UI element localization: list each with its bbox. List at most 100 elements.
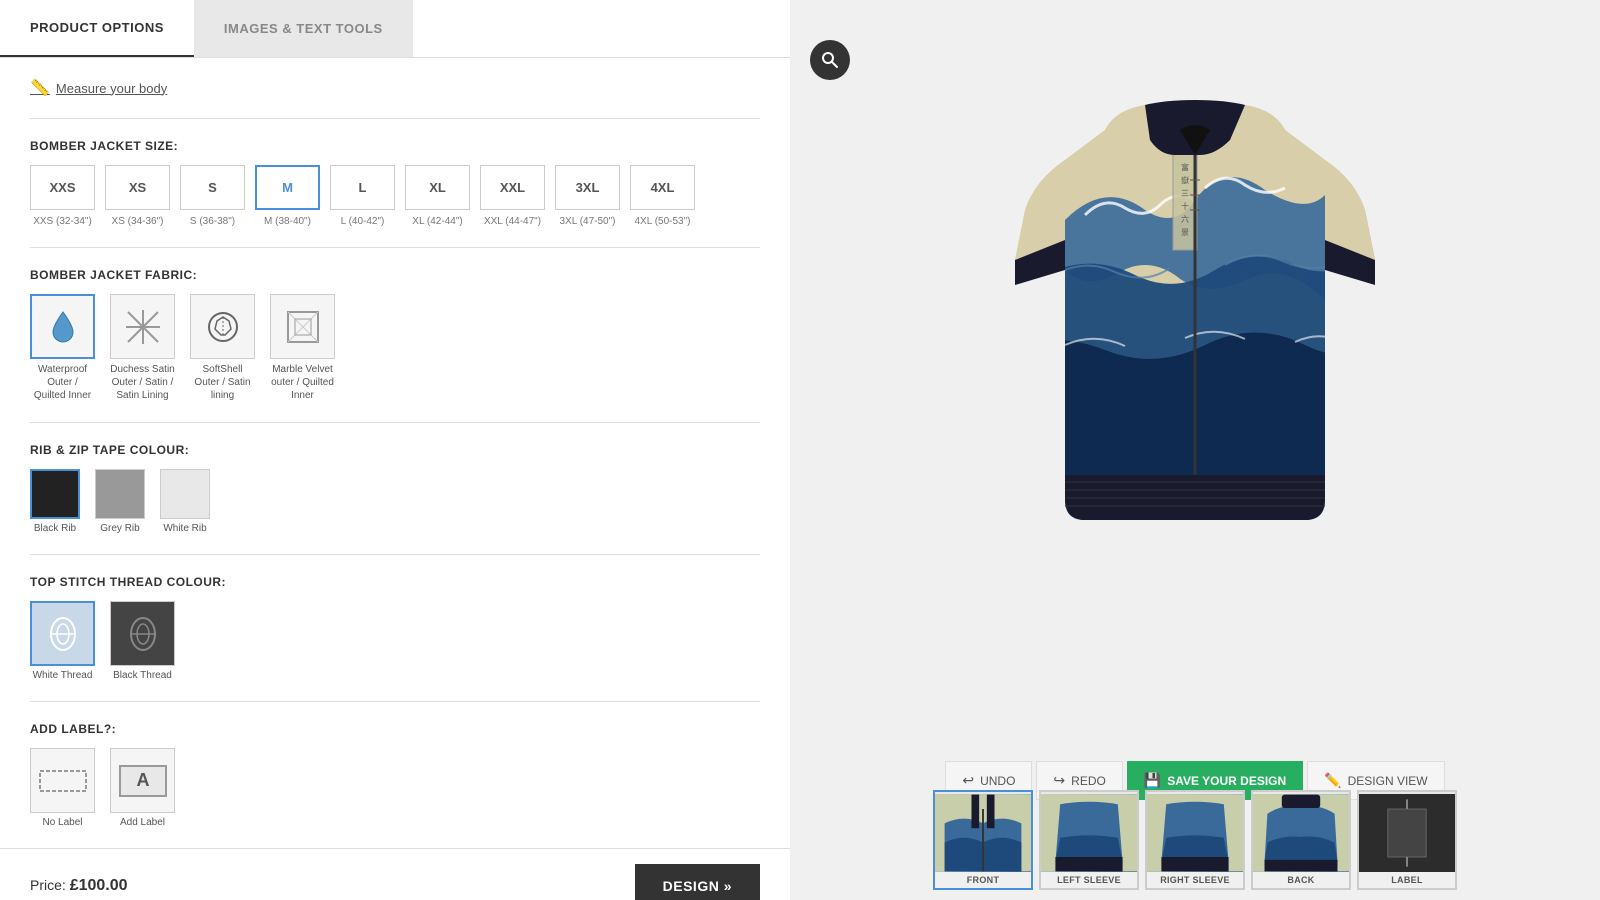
thumb-label-left-sleeve: LEFT SLEEVE <box>1041 872 1137 888</box>
svg-text:富: 富 <box>1181 162 1189 172</box>
fabric-waterproof[interactable]: Waterproof Outer / Quilted Inner <box>30 294 95 402</box>
thumb-label-image <box>1359 794 1455 872</box>
fabric-options: Waterproof Outer / Quilted Inner Duchess… <box>30 294 760 402</box>
rib-swatch-grey <box>95 469 145 519</box>
thumb-back[interactable]: ✓ BACK <box>1251 790 1351 890</box>
label-add[interactable]: A Add Label <box>110 748 175 828</box>
thumb-back-image <box>1253 794 1349 872</box>
svg-text:十: 十 <box>1181 201 1189 211</box>
search-icon[interactable] <box>810 40 850 80</box>
svg-text:三: 三 <box>1181 189 1189 198</box>
fabric-label-marble: Marble Velvet outer / Quilted Inner <box>270 363 335 402</box>
divider-1 <box>30 118 760 119</box>
size-s[interactable]: S <box>180 165 245 210</box>
svg-text:嶽: 嶽 <box>1181 176 1189 185</box>
thumb-front[interactable]: ✓ FRONT <box>933 790 1033 890</box>
divider-2 <box>30 247 760 248</box>
thumbnail-strip: ✓ FRONT ✓ <box>933 790 1457 890</box>
fabric-header: BOMBER JACKET FABRIC: <box>30 268 760 282</box>
rib-black[interactable]: Black Rib <box>30 469 80 534</box>
rib-grey[interactable]: Grey Rib <box>95 469 145 534</box>
size-label-xs: XS (34-36") <box>105 216 170 227</box>
thread-label-black: Black Thread <box>113 670 172 681</box>
tab-product-options[interactable]: PRODUCT OPTIONS <box>0 0 194 57</box>
size-l[interactable]: L <box>330 165 395 210</box>
fabric-label-duchess: Duchess Satin Outer / Satin / Satin Lini… <box>110 363 175 402</box>
size-xxl[interactable]: XXL <box>480 165 545 210</box>
measure-link[interactable]: 📏 Measure your body <box>30 78 760 98</box>
rib-label-black: Black Rib <box>34 523 76 534</box>
undo-icon: ↩ <box>962 772 974 789</box>
size-label-xxl: XXL (44-47") <box>480 216 545 227</box>
tab-images-text-tools[interactable]: IMAGES & TEXT TOOLS <box>194 0 413 57</box>
size-label-s: S (36-38") <box>180 216 245 227</box>
thread-swatch-white <box>30 601 95 666</box>
rib-swatch-white <box>160 469 210 519</box>
ruler-icon: 📏 <box>30 78 50 98</box>
jacket-preview: 富 嶽 三 十 六 景 <box>985 90 1405 530</box>
svg-text:六: 六 <box>1181 214 1189 224</box>
rib-colour-options: Black Rib Grey Rib White Rib <box>30 469 760 534</box>
thread-white[interactable]: White Thread <box>30 601 95 681</box>
thumb-label[interactable]: LABEL <box>1357 790 1457 890</box>
size-label-xl: XL (42-44") <box>405 216 470 227</box>
size-xxs[interactable]: XXS <box>30 165 95 210</box>
fabric-label-softshell: SoftShell Outer / Satin lining <box>190 363 255 402</box>
thumb-right-sleeve[interactable]: ✓ RIGHT SLEEVE <box>1145 790 1245 890</box>
label-text-add: Add Label <box>120 817 165 828</box>
fabric-label-waterproof: Waterproof Outer / Quilted Inner <box>30 363 95 402</box>
thread-label-white: White Thread <box>33 670 93 681</box>
redo-icon: ↪ <box>1053 772 1065 789</box>
size-labels: XXS (32-34") XS (34-36") S (36-38") M (3… <box>30 216 760 227</box>
thumb-label-label: LABEL <box>1359 872 1455 888</box>
size-label-xxs: XXS (32-34") <box>30 216 95 227</box>
fabric-swatch-duchess <box>110 294 175 359</box>
design-button[interactable]: DESIGN » <box>635 864 760 900</box>
fabric-marble[interactable]: Marble Velvet outer / Quilted Inner <box>270 294 335 402</box>
size-xl[interactable]: XL <box>405 165 470 210</box>
fabric-softshell[interactable]: SoftShell Outer / Satin lining <box>190 294 255 402</box>
size-label-3xl: 3XL (47-50") <box>555 216 620 227</box>
thread-black[interactable]: Black Thread <box>110 601 175 681</box>
divider-3 <box>30 422 760 423</box>
left-panel: PRODUCT OPTIONS IMAGES & TEXT TOOLS 📏 Me… <box>0 0 790 900</box>
label-swatch-none <box>30 748 95 813</box>
main-content: 📏 Measure your body BOMBER JACKET SIZE: … <box>0 58 790 848</box>
fabric-swatch-softshell <box>190 294 255 359</box>
thumb-label-back: BACK <box>1253 872 1349 888</box>
size-4xl[interactable]: 4XL <box>630 165 695 210</box>
size-label-l: L (40-42") <box>330 216 395 227</box>
size-xs[interactable]: XS <box>105 165 170 210</box>
label-options: No Label A Add Label <box>30 748 760 828</box>
thread-header: TOP STITCH THREAD COLOUR: <box>30 575 760 589</box>
svg-text:A: A <box>136 770 149 790</box>
size-m[interactable]: M <box>255 165 320 210</box>
rib-swatch-black <box>30 469 80 519</box>
bottom-bar: Price: £100.00 DESIGN » <box>0 848 790 900</box>
size-3xl[interactable]: 3XL <box>555 165 620 210</box>
label-none[interactable]: No Label <box>30 748 95 828</box>
fabric-duchess[interactable]: Duchess Satin Outer / Satin / Satin Lini… <box>110 294 175 402</box>
svg-text:景: 景 <box>1181 228 1189 237</box>
label-swatch-add: A <box>110 748 175 813</box>
label-header: ADD LABEL?: <box>30 722 760 736</box>
price-display: Price: £100.00 <box>30 877 128 895</box>
rib-white[interactable]: White Rib <box>160 469 210 534</box>
right-panel: 富 嶽 三 十 六 景 <box>790 0 1600 900</box>
thread-swatch-black <box>110 601 175 666</box>
thumb-front-image <box>935 794 1031 872</box>
thumb-label-front: FRONT <box>935 872 1031 888</box>
thumb-left-sleeve-image <box>1041 794 1137 872</box>
size-header: BOMBER JACKET SIZE: <box>30 139 760 153</box>
thread-options: White Thread Black Thread <box>30 601 760 681</box>
label-text-none: No Label <box>42 817 82 828</box>
fabric-swatch-waterproof <box>30 294 95 359</box>
pencil-icon: ✏️ <box>1324 772 1341 789</box>
size-label-4xl: 4XL (50-53") <box>630 216 695 227</box>
thumb-right-sleeve-image <box>1147 794 1243 872</box>
save-icon: 💾 <box>1144 772 1161 789</box>
size-label-m: M (38-40") <box>255 216 320 227</box>
rib-label-grey: Grey Rib <box>100 523 139 534</box>
thumb-left-sleeve[interactable]: ✓ LEFT SLEEVE <box>1039 790 1139 890</box>
fabric-swatch-marble <box>270 294 335 359</box>
